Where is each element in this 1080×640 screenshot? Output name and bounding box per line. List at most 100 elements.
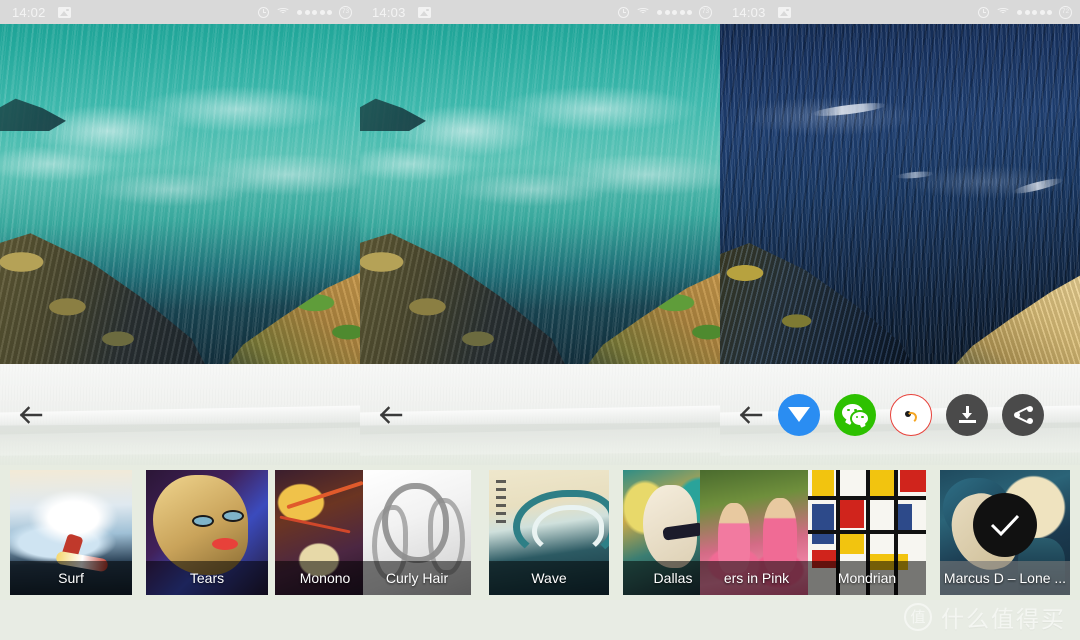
- back-arrow-icon: [19, 405, 43, 424]
- status-right-icons: 73: [258, 5, 352, 19]
- signal-dots-icon: [657, 9, 692, 15]
- toolbar-bg-band-2: [360, 422, 720, 456]
- mondrian-block: [840, 532, 864, 554]
- share-icon: [1013, 405, 1033, 424]
- mondrian-block: [868, 470, 894, 496]
- status-bar-1: 14:02 73: [0, 0, 360, 24]
- watermark-text: 什么值得买: [941, 607, 1066, 633]
- wallpaper-preview-3[interactable]: [720, 0, 1080, 372]
- thumbnail-label: Curly Hair: [363, 561, 471, 595]
- thumbnail-label: Monono: [275, 561, 375, 595]
- check-icon: [990, 514, 1020, 537]
- rock-left: [360, 233, 570, 374]
- back-arrow-icon: [739, 405, 763, 424]
- watermark: 值 什么值得买: [904, 600, 1066, 634]
- toolbar-3: [720, 364, 1080, 465]
- style-thumbnail-monono[interactable]: Monono: [275, 470, 375, 595]
- rock-detail: [0, 98, 66, 131]
- rock-right: [582, 267, 720, 372]
- share-button[interactable]: [1002, 393, 1044, 436]
- toolbar-bg-band-2: [0, 422, 360, 456]
- app-root: 14:02 73 14:03 73 14:03 72 Surf Tears Mo…: [0, 0, 1080, 640]
- battery-icon: 73: [339, 5, 352, 19]
- status-bar-2: 14:03 73: [360, 0, 720, 24]
- panel-stylized: 14:03 72: [720, 0, 1080, 465]
- mondrian-block: [812, 504, 834, 544]
- rock-left: [720, 243, 917, 372]
- status-bar-3: 14:03 72: [720, 0, 1080, 24]
- back-button[interactable]: [738, 402, 764, 428]
- mondrian-block: [840, 498, 864, 528]
- wallpaper-preview-1[interactable]: [0, 0, 360, 374]
- foam-streak: [895, 170, 935, 180]
- watermark-badge: 值: [904, 603, 932, 631]
- back-button[interactable]: [18, 402, 44, 428]
- list-item[interactable]: Surf: [10, 470, 132, 595]
- status-time: 14:03: [372, 4, 406, 20]
- thumbnail-label: Wave: [489, 561, 609, 595]
- wallpaper-preview-2[interactable]: [360, 0, 720, 374]
- selected-check-badge: [973, 493, 1037, 557]
- list-item[interactable]: Monono: [275, 470, 375, 595]
- brush-stroke: [279, 515, 351, 533]
- list-item[interactable]: ers in Pink: [700, 470, 813, 595]
- weibo-icon: [898, 404, 924, 426]
- panel-original-1: 14:02 73: [0, 0, 360, 465]
- mondrian-block: [900, 470, 926, 492]
- style-thumbnail-strip[interactable]: Surf Tears Monono Curly Hair Wave Dallas…: [0, 465, 1080, 600]
- panel-original-2: 14:03 73: [360, 0, 720, 465]
- share-wechat-button[interactable]: [834, 393, 876, 436]
- thumbnail-label: Marcus D – Lone ...: [940, 561, 1070, 595]
- list-item[interactable]: Curly Hair: [363, 470, 471, 595]
- signal-dots-icon: [297, 9, 332, 15]
- style-thumbnail-dancers-in-pink[interactable]: ers in Pink: [700, 470, 813, 595]
- thumbnail-label: Tears: [146, 561, 268, 595]
- toolbar-1: [0, 364, 360, 465]
- signal-dots-icon: [1017, 9, 1052, 15]
- download-icon: [958, 406, 976, 423]
- alarm-icon: [618, 6, 629, 18]
- eye-shape: [221, 510, 244, 522]
- battery-icon: 73: [699, 5, 712, 19]
- foam-streak: [811, 100, 887, 119]
- battery-icon: 72: [1059, 5, 1072, 19]
- rock-left: [0, 233, 210, 374]
- wifi-icon: [276, 7, 290, 17]
- panel-container: 14:02 73 14:03 73 14:03 72: [0, 0, 1080, 465]
- style-thumbnail-mondrian[interactable]: Mondrian: [808, 470, 926, 595]
- style-thumbnail-surf[interactable]: Surf: [10, 470, 132, 595]
- wifi-icon: [996, 7, 1010, 17]
- list-item[interactable]: Mondrian: [808, 470, 926, 595]
- wifi-icon: [636, 7, 650, 17]
- toolbar-2: [360, 364, 720, 465]
- calligraphy-marks: [496, 480, 507, 526]
- photo-icon: [57, 6, 71, 18]
- status-time: 14:03: [732, 4, 766, 20]
- list-item[interactable]: Tears: [146, 470, 268, 595]
- thumbnail-label: Surf: [10, 561, 132, 595]
- share-weibo-button[interactable]: [890, 393, 932, 436]
- rock-right: [222, 267, 360, 372]
- wechat-icon: [834, 394, 876, 436]
- thumbnail-label: Mondrian: [808, 561, 926, 595]
- wave-shape: [532, 505, 605, 555]
- photo-icon: [417, 6, 431, 18]
- style-thumbnail-tears[interactable]: Tears: [146, 470, 268, 595]
- style-thumbnail-wave[interactable]: Wave: [489, 470, 609, 595]
- status-right-icons: 72: [978, 5, 1072, 19]
- rock-right: [950, 270, 1080, 370]
- photo-icon: [777, 6, 791, 18]
- style-thumbnail-curly-hair[interactable]: Curly Hair: [363, 470, 471, 595]
- download-button[interactable]: [946, 393, 988, 436]
- status-time: 14:02: [12, 4, 46, 20]
- save-to-gallery-button[interactable]: [778, 393, 820, 436]
- thumbnail-label: ers in Pink: [700, 561, 813, 595]
- style-thumbnail-marcus-d[interactable]: Marcus D – Lone ...: [940, 470, 1070, 595]
- list-item[interactable]: Marcus D – Lone ...: [940, 470, 1070, 595]
- alarm-icon: [978, 6, 989, 18]
- back-button[interactable]: [378, 402, 404, 428]
- rock-detail: [360, 98, 426, 131]
- lips-shape: [211, 537, 238, 550]
- list-item[interactable]: Wave: [489, 470, 609, 595]
- brush-stroke: [286, 480, 364, 509]
